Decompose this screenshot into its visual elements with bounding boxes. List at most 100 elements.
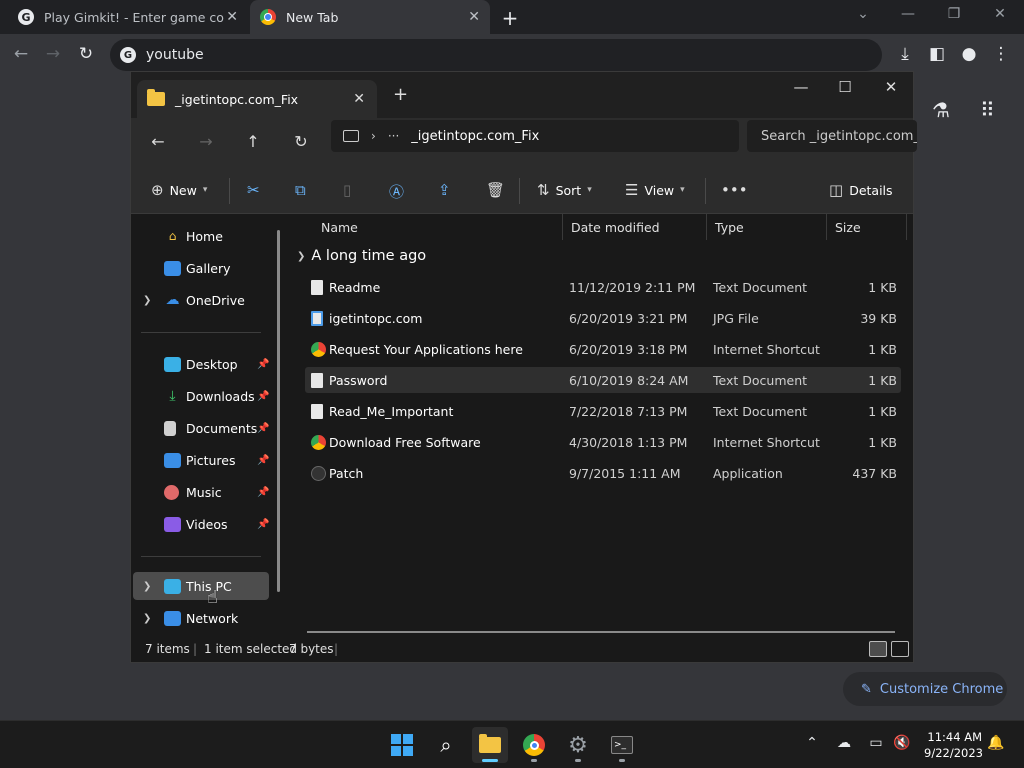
navigation-pane: ⌂ Home Gallery ❯ ☁ OneDrive Desktop 📌 ⤓ …	[131, 214, 287, 634]
cut-button[interactable]: ✂	[247, 181, 260, 199]
table-row[interactable]: Patch 9/7/2015 1:11 AM Application 437 K…	[305, 460, 901, 486]
labs-flask-icon[interactable]: ⚗	[932, 98, 950, 122]
sort-button[interactable]: ⇅ Sort ▾	[537, 181, 592, 199]
tab-search-icon[interactable]: ⌄	[853, 6, 873, 22]
nav-item-documents[interactable]: Documents 📌	[133, 414, 269, 442]
pin-icon[interactable]: 📌	[257, 487, 269, 498]
explorer-tab[interactable]: _igetintopc.com_Fix ✕	[137, 80, 377, 118]
search-button[interactable]: ⌕	[428, 727, 464, 763]
network-icon[interactable]: ▭	[866, 735, 886, 751]
large-icons-view-icon[interactable]	[891, 641, 909, 657]
back-icon[interactable]: ←	[10, 44, 32, 64]
taskbar-clock[interactable]: 11:44 AM 9/22/2023	[924, 729, 983, 761]
explorer-address-bar[interactable]: › ··· _igetintopc.com_Fix	[331, 120, 739, 152]
notification-bell-icon[interactable]: 🔔	[986, 735, 1006, 751]
close-icon[interactable]: ✕	[468, 9, 480, 25]
nav-item-network[interactable]: ❯ Network	[133, 604, 269, 632]
nav-item-label: Home	[186, 228, 223, 244]
onedrive-icon[interactable]: ☁	[834, 735, 854, 751]
more-options-button[interactable]: •••	[721, 181, 748, 199]
chevron-right-icon[interactable]: ❯	[143, 295, 151, 306]
table-row[interactable]: Readme 11/12/2019 2:11 PM Text Document …	[305, 274, 901, 300]
paste-icon: ▯	[343, 181, 352, 199]
chrome-favicon-icon	[260, 9, 276, 25]
nav-item-gallery[interactable]: Gallery	[133, 254, 269, 282]
back-icon[interactable]: ←	[147, 132, 169, 151]
forward-icon[interactable]: →	[42, 44, 64, 64]
nav-item-desktop[interactable]: Desktop 📌	[133, 350, 269, 378]
chevron-up-icon[interactable]: ⌃	[802, 735, 822, 751]
new-tab-button[interactable]: +	[500, 6, 520, 30]
nav-item-videos[interactable]: Videos 📌	[133, 510, 269, 538]
table-row[interactable]: igetintopc.com 6/20/2019 3:21 PM JPG Fil…	[305, 305, 901, 331]
navpane-scrollbar[interactable]	[277, 230, 280, 592]
taskbar-settings[interactable]: ⚙	[560, 727, 596, 763]
chevron-right-icon[interactable]: ❯	[143, 613, 151, 624]
nav-item-pictures[interactable]: Pictures 📌	[133, 446, 269, 474]
tab-new-tab[interactable]: New Tab ✕	[250, 0, 490, 34]
chevron-right-icon[interactable]: ❯	[143, 581, 151, 592]
new-button[interactable]: ⊕ New ▾	[151, 181, 207, 199]
apps-grid-icon[interactable]: ⠿	[980, 98, 995, 122]
pin-icon[interactable]: 📌	[257, 359, 269, 370]
taskbar-file-explorer[interactable]	[472, 727, 508, 763]
share-button[interactable]: ⇪	[438, 181, 451, 199]
pin-icon[interactable]: 📌	[257, 519, 269, 530]
search-input[interactable]: Search _igetintopc.com_F	[747, 120, 917, 152]
close-icon[interactable]: ✕	[353, 91, 365, 107]
view-button[interactable]: ☰ View ▾	[625, 181, 685, 199]
minimize-icon[interactable]: —	[791, 78, 811, 96]
nav-item-downloads[interactable]: ⤓ Downloads 📌	[133, 382, 269, 410]
nav-item-this-pc[interactable]: ❯ This PC	[133, 572, 269, 600]
column-header-date[interactable]: Date modified	[563, 214, 707, 240]
column-header-size[interactable]: Size	[827, 214, 907, 240]
pin-icon[interactable]: 📌	[257, 455, 269, 466]
maximize-icon[interactable]: ☐	[835, 78, 855, 96]
pin-icon[interactable]: 📌	[257, 423, 269, 434]
column-header-type[interactable]: Type	[707, 214, 827, 240]
running-indicator	[531, 759, 537, 762]
table-row[interactable]: Read_Me_Important 7/22/2018 7:13 PM Text…	[305, 398, 901, 424]
close-window-icon[interactable]: ✕	[990, 6, 1010, 22]
menu-icon[interactable]: ⋮	[990, 44, 1012, 64]
paste-button[interactable]: ▯	[343, 181, 351, 199]
close-icon[interactable]: ✕	[226, 9, 238, 25]
address-bar[interactable]: G youtube	[110, 39, 882, 71]
profile-icon[interactable]: ●	[958, 44, 980, 64]
more-locations-icon[interactable]: ···	[388, 129, 399, 143]
start-button[interactable]	[384, 727, 420, 763]
copy-button[interactable]: ⧉	[295, 181, 306, 199]
customize-chrome-button[interactable]: ✎ Customize Chrome	[843, 672, 1007, 706]
up-icon[interactable]: ↑	[242, 132, 264, 151]
nav-item-home[interactable]: ⌂ Home	[133, 222, 269, 250]
column-header-name[interactable]: Name	[313, 214, 563, 240]
taskbar-chrome[interactable]	[516, 727, 552, 763]
side-panel-icon[interactable]: ◧	[926, 44, 948, 64]
delete-button[interactable]: 🗑	[486, 181, 505, 199]
horizontal-scrollbar[interactable]	[307, 631, 895, 633]
nav-item-onedrive[interactable]: ❯ ☁ OneDrive	[133, 286, 269, 314]
minimize-icon[interactable]: —	[898, 6, 918, 22]
reload-icon[interactable]: ↻	[75, 44, 97, 64]
tab-gimkit[interactable]: G Play Gimkit! - Enter game code h ✕	[8, 0, 248, 34]
breadcrumb[interactable]: _igetintopc.com_Fix	[411, 129, 539, 144]
details-view-icon[interactable]	[869, 641, 887, 657]
download-icon[interactable]: ⤓	[894, 44, 916, 64]
taskbar-terminal[interactable]: >_	[604, 727, 640, 763]
chevron-right-icon[interactable]: ›	[371, 129, 376, 143]
close-window-icon[interactable]: ✕	[881, 78, 901, 96]
pin-icon[interactable]: 📌	[257, 391, 269, 402]
table-row[interactable]: Download Free Software 4/30/2018 1:13 PM…	[305, 429, 901, 455]
rename-button[interactable]: Ⓐ	[389, 181, 404, 202]
new-tab-button[interactable]: +	[393, 84, 408, 105]
nav-item-music[interactable]: Music 📌	[133, 478, 269, 506]
refresh-icon[interactable]: ↻	[290, 132, 312, 151]
explorer-tab-title: _igetintopc.com_Fix	[175, 91, 299, 107]
group-header[interactable]: ❯ A long time ago	[297, 248, 426, 264]
table-row-selected[interactable]: Password 6/10/2019 8:24 AM Text Document…	[305, 367, 901, 393]
restore-icon[interactable]: ❐	[944, 6, 964, 22]
volume-muted-icon[interactable]: 🔇	[892, 735, 912, 751]
table-row[interactable]: Request Your Applications here 6/20/2019…	[305, 336, 901, 362]
details-button[interactable]: ◫ Details	[829, 181, 893, 199]
forward-icon[interactable]: →	[195, 132, 217, 151]
